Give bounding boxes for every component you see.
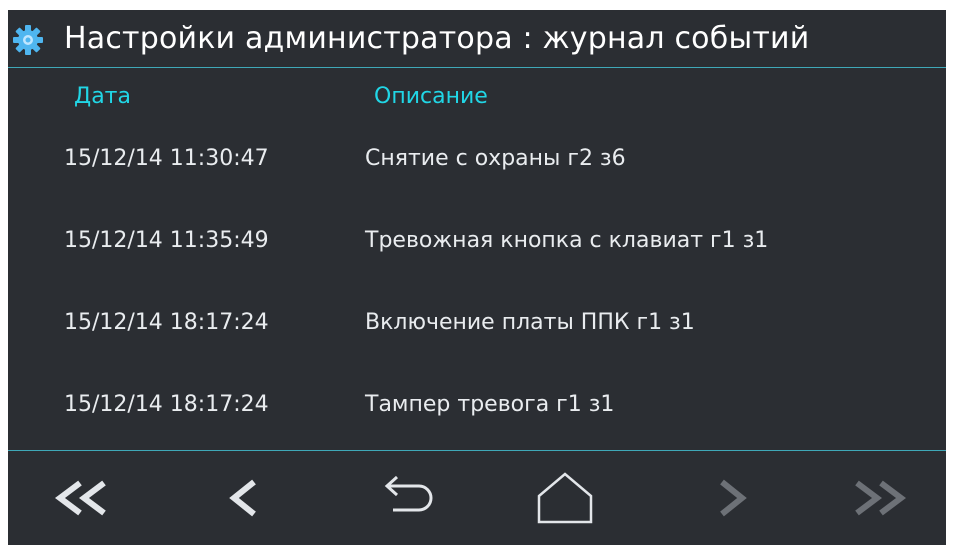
chevron-left-icon (229, 479, 256, 517)
chevron-right-icon (720, 479, 747, 517)
event-list: 15/12/14 11:30:47 Снятие с охраны г2 з6 … (8, 140, 946, 468)
column-header-date: Дата (74, 84, 131, 109)
next-page-button[interactable] (678, 463, 788, 533)
previous-page-button[interactable] (188, 463, 298, 533)
double-chevron-left-icon (55, 480, 106, 516)
table-row[interactable]: 15/12/14 18:17:24 Включение платы ППК г1… (8, 304, 946, 386)
page-title: Настройки администратора : журнал событи… (64, 21, 810, 56)
event-description: Тампер тревога г1 з1 (365, 392, 615, 417)
first-page-button[interactable] (28, 463, 138, 533)
navigation-bar (8, 450, 946, 545)
event-description: Снятие с охраны г2 з6 (365, 146, 626, 171)
gear-icon (12, 24, 44, 56)
double-chevron-right-icon (855, 480, 906, 516)
event-date: 15/12/14 11:35:49 (64, 228, 269, 253)
back-button[interactable] (352, 463, 462, 533)
home-button[interactable] (510, 463, 620, 533)
event-log-screen: Настройки администратора : журнал событи… (8, 10, 946, 545)
event-description: Тревожная кнопка с клавиат г1 з1 (365, 228, 769, 253)
table-row[interactable]: 15/12/14 11:30:47 Снятие с охраны г2 з6 (8, 140, 946, 222)
title-bar: Настройки администратора : журнал событи… (8, 10, 946, 68)
home-icon (537, 472, 593, 524)
event-date: 15/12/14 18:17:24 (64, 392, 269, 417)
last-page-button[interactable] (823, 463, 933, 533)
event-description: Включение платы ППК г1 з1 (365, 310, 695, 335)
table-row[interactable]: 15/12/14 11:35:49 Тревожная кнопка с кла… (8, 222, 946, 304)
column-header-description: Описание (374, 84, 488, 109)
event-date: 15/12/14 11:30:47 (64, 146, 269, 171)
event-date: 15/12/14 18:17:24 (64, 310, 269, 335)
back-arrow-icon (384, 475, 433, 512)
